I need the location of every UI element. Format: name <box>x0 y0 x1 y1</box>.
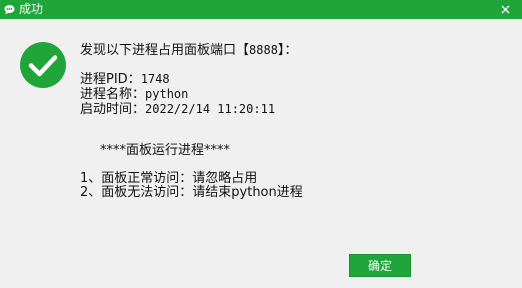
section-title: ****面板运行进程**** <box>100 143 231 158</box>
start-value: 2022/2/14 11:20:11 <box>145 102 276 116</box>
headline-suffix: 】： <box>277 43 298 58</box>
headline-port: 8888 <box>249 43 278 57</box>
name-label: 进程名称： <box>80 87 146 102</box>
dialog-content: 发现以下进程占用面板端口【8888】： 进程PID：1748 进程名称：pyth… <box>0 19 522 288</box>
pid-label: 进程PID： <box>80 72 141 87</box>
check-circle-icon <box>20 42 66 88</box>
pid-value: 1748 <box>140 72 170 86</box>
window-title: 成功 <box>19 2 44 16</box>
close-icon <box>501 5 509 14</box>
start-row: 启动时间：2022/2/14 11:20:11 <box>80 101 275 118</box>
close-button[interactable] <box>498 0 512 19</box>
chat-bubble-icon <box>4 4 15 15</box>
name-value: python <box>145 87 189 101</box>
option-2: 2、面板无法访问：请结束python进程 <box>80 185 303 200</box>
headline: 发现以下进程占用面板端口【8888】： <box>80 42 297 59</box>
ok-button[interactable]: 确定 <box>349 254 411 277</box>
headline-prefix: 发现以下进程占用面板端口【 <box>80 43 250 58</box>
title-bar: 成功 <box>0 0 522 19</box>
start-label: 启动时间： <box>80 102 146 117</box>
